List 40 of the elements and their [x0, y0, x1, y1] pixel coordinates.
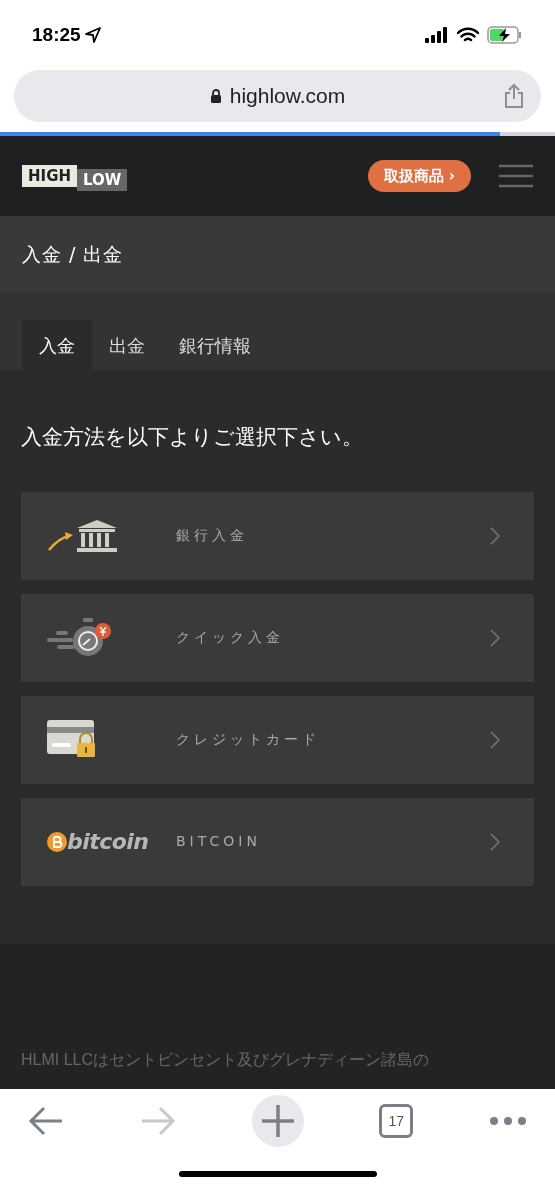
site-logo[interactable]: HIGH LOW — [22, 160, 128, 192]
tab[interactable]: 銀行情報 — [162, 320, 268, 370]
breadcrumb-text: 入金 / 出金 — [22, 242, 124, 268]
payment-method-item[interactable]: クレジットカード — [21, 695, 534, 784]
payment-method-item[interactable]: クイック入金 — [21, 593, 534, 682]
plus-icon — [260, 1104, 295, 1138]
method-label: クイック入金 — [176, 628, 285, 647]
logo-low: LOW — [77, 168, 128, 192]
signal-icon — [425, 27, 449, 43]
tab-count-button[interactable]: 17 — [379, 1104, 414, 1138]
payment-method-item[interactable]: 銀行入金 — [21, 491, 534, 580]
menu-icon[interactable] — [499, 164, 533, 188]
share-icon[interactable] — [503, 83, 525, 109]
credit-card-lock-icon — [47, 719, 97, 760]
bitcoin-wordmark: bitcoin — [67, 830, 149, 853]
url-text: highlow.com — [229, 83, 346, 110]
battery-charging-icon — [487, 26, 523, 44]
bitcoin-coin-icon — [47, 831, 67, 852]
bank-icon — [47, 517, 117, 554]
method-label: 銀行入金 — [176, 526, 249, 545]
chevron-right-icon — [490, 730, 500, 749]
status-time: 18:25 — [32, 22, 81, 47]
chevron-right-icon — [490, 526, 500, 545]
more-dots-icon[interactable] — [489, 1116, 527, 1126]
method-label: クレジットカード — [176, 730, 321, 749]
instruction-text: 入金方法を以下よりご選択下さい。 — [21, 424, 364, 451]
wifi-icon — [457, 27, 479, 43]
tab-count: 17 — [388, 1111, 405, 1131]
location-arrow-icon — [84, 27, 101, 43]
tab[interactable]: 出金 — [92, 320, 162, 370]
payment-method-item[interactable]: bitcoin BITCOIN — [21, 797, 534, 886]
address-bar[interactable]: highlow.com — [14, 70, 541, 122]
chevron-right-icon — [490, 628, 500, 647]
logo-high: HIGH — [22, 164, 77, 188]
method-label: BITCOIN — [176, 832, 262, 851]
back-arrow-icon[interactable] — [28, 1105, 64, 1137]
tab[interactable]: 入金 — [22, 320, 92, 370]
lock-icon — [209, 89, 222, 103]
chevron-right-icon — [490, 832, 500, 851]
footer-text: HLMI LLCはセントビンセント及びグレナディーン諸島の — [21, 1049, 431, 1070]
